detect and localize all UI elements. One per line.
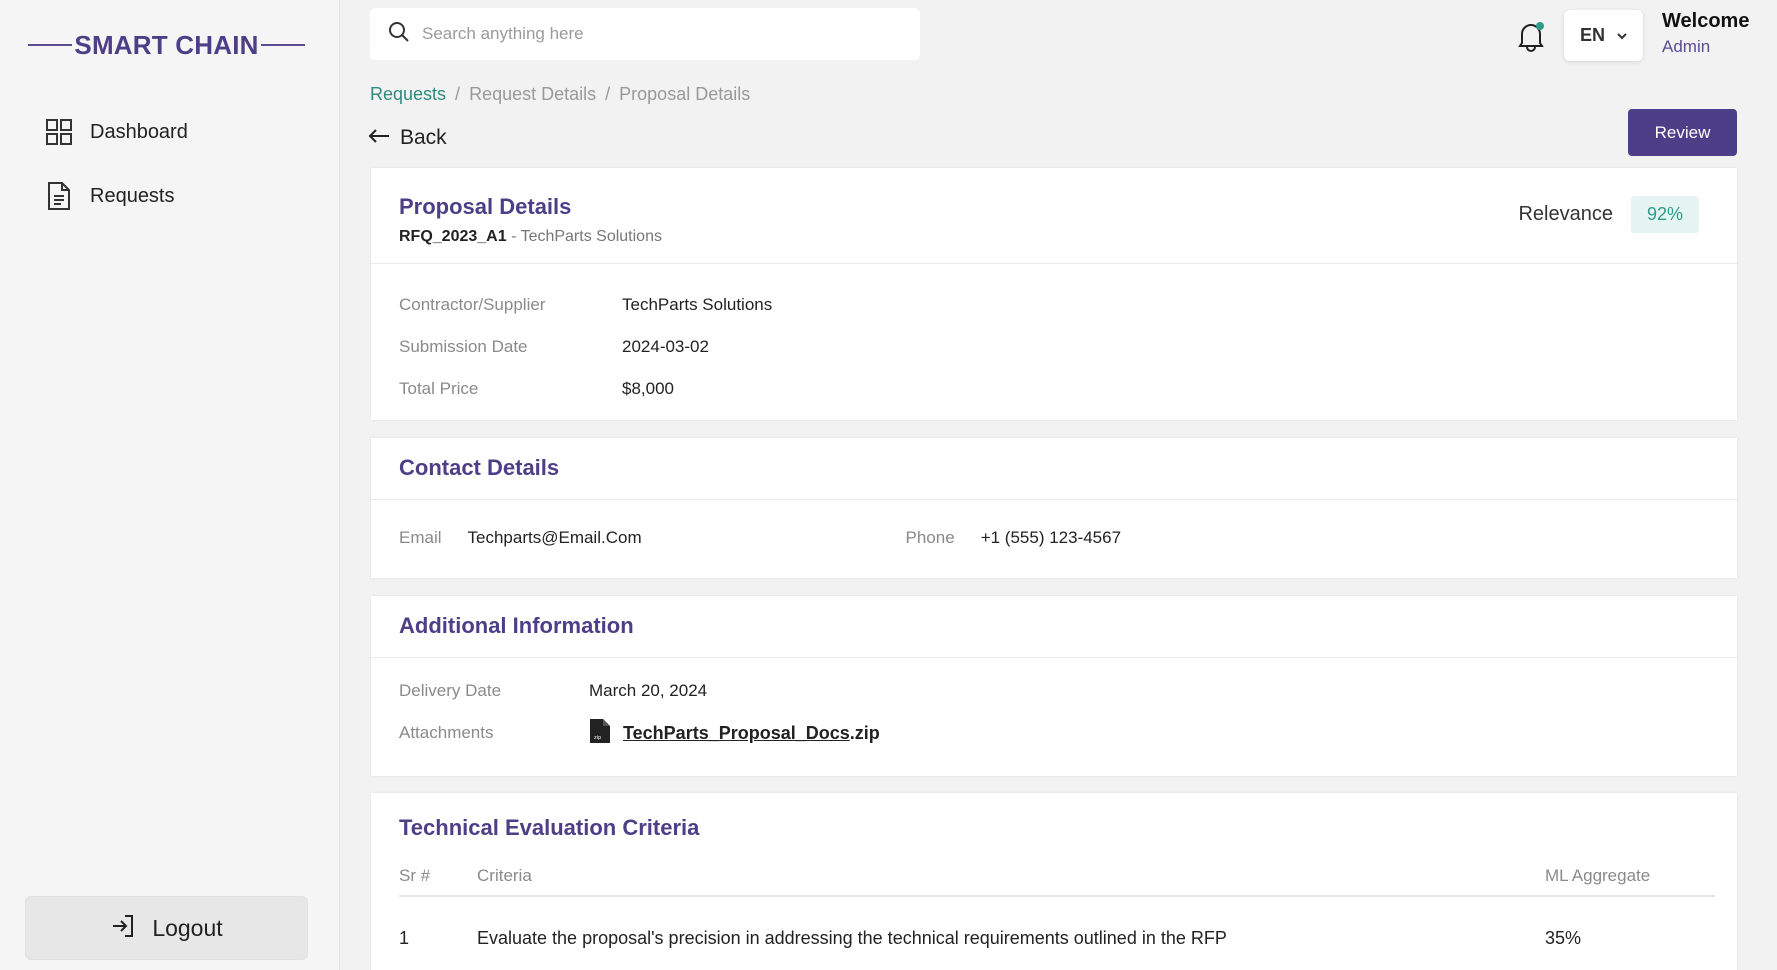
field-label: Submission Date [399, 337, 528, 356]
logout-button[interactable]: Logout [25, 896, 308, 960]
sidebar-item-dashboard[interactable]: Dashboard [44, 112, 188, 152]
field-row: Contractor/Supplier TechParts Solutions [399, 284, 1709, 326]
sidebar-item-requests[interactable]: Requests [44, 176, 188, 216]
chevron-down-icon [1617, 27, 1627, 45]
svg-text:zip: zip [594, 735, 601, 741]
cell-aggregate: 35% [1545, 927, 1582, 948]
sidebar-item-label: Dashboard [90, 120, 188, 143]
delivery-label: Delivery Date [399, 681, 502, 700]
logo-line-right [260, 44, 305, 46]
subtitle-separator: - [506, 228, 521, 245]
field-value: 2024-03-02 [622, 337, 709, 356]
cell-criteria: Evaluate the proposal's precision in add… [477, 927, 1227, 948]
delivery-value: March 20, 2024 [589, 681, 708, 700]
back-button[interactable]: Back [368, 126, 447, 150]
field-row: Attachments zip TechParts_Proposal_Docs.… [399, 712, 1709, 754]
criteria-header: Technical Evaluation Criteria [371, 793, 1737, 857]
proposal-header: Proposal Details RFQ_2023_A1 - TechParts… [371, 168, 1737, 264]
column-header-ml-aggregate: ML Aggregate [1545, 866, 1651, 885]
relevance-label: Relevance [1518, 203, 1613, 225]
search-bar[interactable] [370, 8, 920, 60]
logout-icon [110, 913, 136, 944]
attachment-ext: .zip [849, 722, 880, 743]
breadcrumb-separator: / [455, 84, 461, 104]
arrow-left-icon [368, 128, 390, 149]
attachments-label: Attachments [399, 723, 494, 742]
search-icon [388, 21, 410, 48]
email-label: Email [399, 528, 442, 547]
grid-icon [44, 117, 74, 147]
language-selector[interactable]: EN [1564, 10, 1643, 61]
brand-name: SMART CHAIN [74, 29, 259, 60]
rfq-id: RFQ_2023_A1 [399, 228, 507, 245]
contact-details-card: Contact Details Email Techparts@Email.Co… [371, 438, 1737, 578]
user-name[interactable]: Admin [1662, 37, 1749, 57]
additional-fields: Delivery Date March 20, 2024 Attachments… [371, 658, 1737, 754]
field-label: Total Price [399, 379, 479, 398]
column-header-criteria: Criteria [477, 866, 532, 885]
attachment-filename[interactable]: TechParts_Proposal_Docs.zip [623, 723, 880, 744]
attachment-name: TechParts_Proposal_Docs [623, 722, 850, 743]
sidebar: SMART CHAIN Dashboard Requests Logout [0, 0, 340, 970]
additional-title: Additional Information [399, 613, 634, 638]
additional-header: Additional Information [371, 596, 1737, 658]
phone-value: +1 (555) 123-4567 [980, 528, 1122, 547]
welcome-text: Welcome [1662, 10, 1750, 32]
brand-logo: SMART CHAIN [28, 28, 305, 62]
relevance-badge: 92% [1630, 196, 1699, 233]
additional-info-card: Additional Information Delivery Date Mar… [371, 596, 1737, 776]
criteria-table: Sr # Criteria ML Aggregate 1 Evaluate th… [399, 857, 1715, 970]
supplier-subtitle: TechParts Solutions [520, 228, 662, 245]
document-icon [44, 181, 74, 211]
contact-fields: Email Techparts@Email.Com Phone +1 (555)… [371, 500, 1737, 576]
logo-line-left [28, 44, 73, 46]
column-header-sr: Sr # [399, 866, 431, 885]
breadcrumb-request-details[interactable]: Request Details [469, 84, 596, 105]
field-value: $8,000 [622, 379, 674, 398]
review-button[interactable]: Review [1628, 109, 1737, 156]
attachment[interactable]: zip TechParts_Proposal_Docs.zip [589, 718, 880, 749]
search-input[interactable] [422, 24, 882, 44]
sidebar-item-label: Requests [90, 184, 175, 207]
field-row: Total Price $8,000 [399, 368, 1709, 410]
technical-criteria-card: Technical Evaluation Criteria Sr # Crite… [371, 793, 1737, 970]
table-header-row: Sr # Criteria ML Aggregate [399, 857, 1715, 897]
table-row: 1 Evaluate the proposal's precision in a… [399, 897, 1715, 970]
logout-label: Logout [152, 914, 223, 941]
field-label: Contractor/Supplier [399, 295, 546, 314]
breadcrumb-requests[interactable]: Requests [370, 84, 446, 105]
back-label: Back [400, 126, 447, 149]
main-content: EN Welcome Admin Requests / Request Deta… [340, 0, 1777, 970]
breadcrumb: Requests / Request Details / Proposal De… [370, 84, 750, 105]
proposal-fields: Contractor/Supplier TechParts Solutions … [371, 264, 1737, 410]
criteria-title: Technical Evaluation Criteria [399, 815, 700, 840]
contact-header: Contact Details [371, 438, 1737, 500]
notification-bell-icon[interactable] [1513, 18, 1549, 54]
field-row: Submission Date 2024-03-02 [399, 326, 1709, 368]
field-value: TechParts Solutions [622, 295, 773, 314]
proposal-title: Proposal Details [399, 194, 572, 219]
cell-sr: 1 [399, 927, 410, 948]
user-greeting: Welcome Admin [1662, 10, 1749, 57]
breadcrumb-separator: / [605, 84, 611, 104]
proposal-details-card: Proposal Details RFQ_2023_A1 - TechParts… [371, 168, 1737, 420]
field-row: Delivery Date March 20, 2024 [399, 670, 1709, 712]
contact-title: Contact Details [399, 455, 560, 480]
proposal-subtitle: RFQ_2023_A1 - TechParts Solutions [399, 228, 1709, 246]
breadcrumb-proposal-details: Proposal Details [619, 84, 751, 104]
email-value: Techparts@Email.Com [467, 528, 642, 547]
zip-file-icon: zip [589, 718, 611, 749]
relevance: Relevance 92% [1518, 196, 1699, 233]
sidebar-nav: Dashboard Requests [44, 112, 188, 240]
phone-label: Phone [905, 528, 955, 547]
language-code: EN [1579, 25, 1605, 45]
